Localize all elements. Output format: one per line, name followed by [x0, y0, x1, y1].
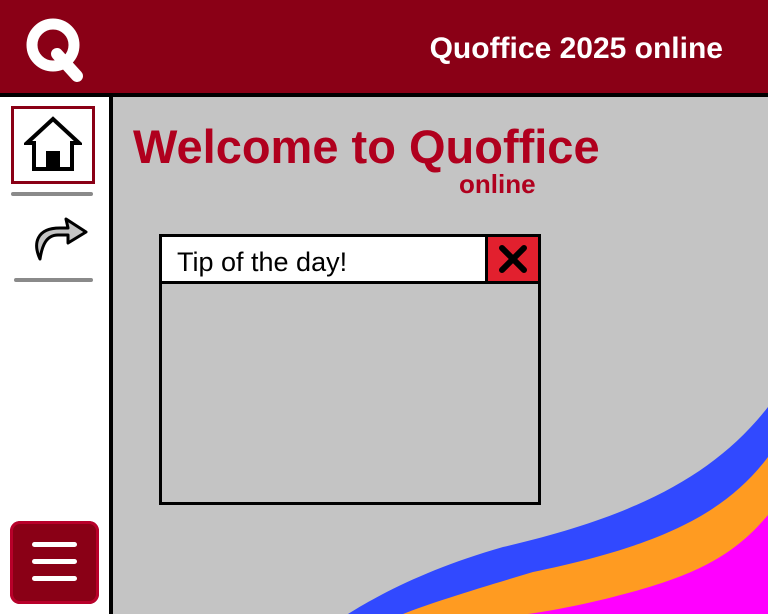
app-header: Quoffice 2025 online	[0, 0, 768, 97]
quoffice-logo-icon	[26, 18, 83, 82]
forward-arrow-icon	[35, 217, 88, 261]
app-title: Quoffice 2025 online	[429, 32, 723, 65]
dialog-title: Tip of the day!	[177, 247, 348, 277]
welcome-subtitle: online	[459, 169, 536, 199]
menu-button[interactable]	[10, 521, 99, 604]
main-area: Welcome to Quoffice online Tip of the da…	[113, 97, 768, 614]
home-button[interactable]	[11, 106, 95, 184]
close-button[interactable]	[485, 237, 538, 281]
welcome-title: Welcome to Quoffice	[133, 120, 600, 173]
sidebar-divider	[14, 278, 93, 282]
sidebar	[0, 97, 113, 614]
close-x-icon	[499, 245, 527, 273]
tip-of-the-day-dialog: Tip of the day!	[159, 234, 541, 505]
dialog-header: Tip of the day!	[162, 237, 538, 284]
sidebar-divider	[11, 192, 93, 196]
forward-button[interactable]	[30, 212, 92, 264]
home-icon	[24, 116, 82, 171]
